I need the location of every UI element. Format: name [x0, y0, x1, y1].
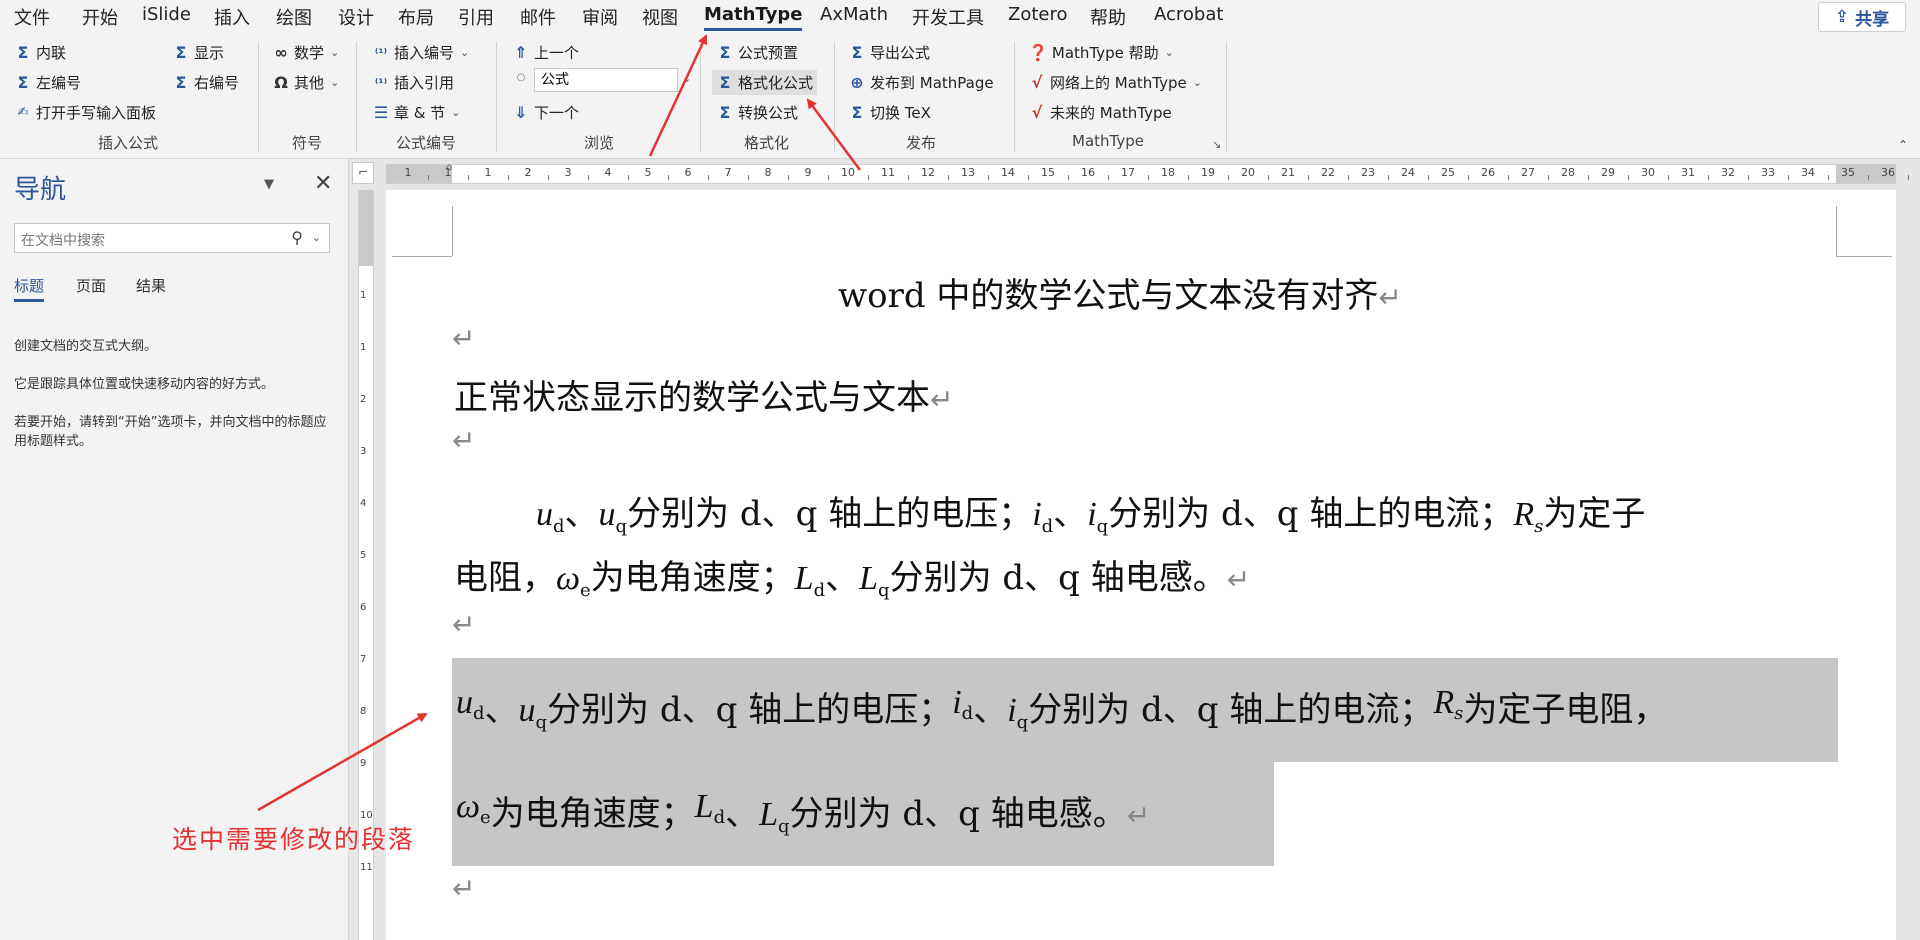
arrow-to-mathtype-tab: [648, 34, 708, 157]
arrow-to-format-equation: [806, 98, 862, 171]
arrow-to-selection: [257, 712, 428, 812]
annotation-arrows: [257, 34, 862, 812]
annotation-label: 选中需要修改的段落: [172, 825, 416, 854]
